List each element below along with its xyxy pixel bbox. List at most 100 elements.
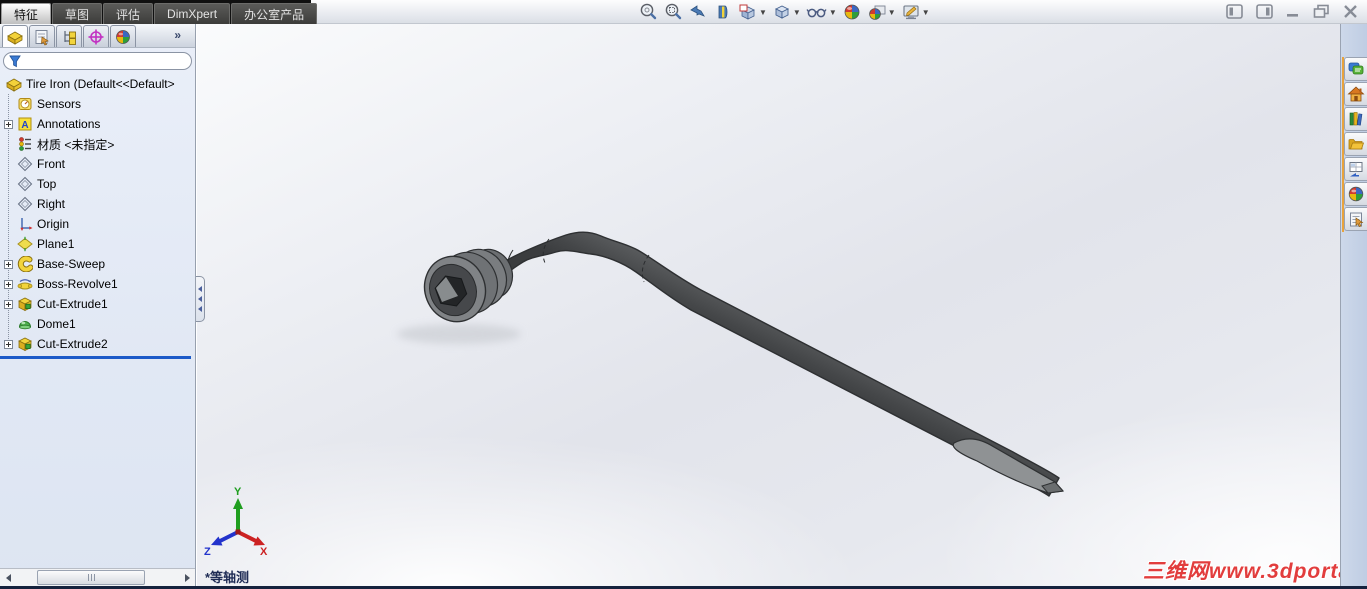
tree-filter-input[interactable] bbox=[22, 54, 187, 68]
tab-features[interactable]: 特征 bbox=[1, 3, 52, 24]
custom-properties-icon bbox=[1350, 212, 1364, 228]
part-icon bbox=[7, 31, 23, 45]
dome-icon bbox=[18, 321, 32, 330]
view-orientation-icon bbox=[739, 4, 755, 20]
chevron-down-icon: ▼ bbox=[887, 7, 896, 17]
scrollbar-track[interactable] bbox=[17, 570, 178, 585]
apply-scene-icon bbox=[868, 5, 886, 20]
tree-item-annotations[interactable]: A Annotations bbox=[0, 114, 195, 134]
tab-evaluate[interactable]: 评估 bbox=[103, 3, 154, 24]
tree-root-item[interactable]: Tire Iron (Default<<Default> bbox=[0, 74, 195, 94]
tree-item-material[interactable]: 材质 <未指定> bbox=[0, 134, 195, 154]
tab-dimxpertmanager[interactable] bbox=[83, 25, 109, 47]
tree-item-cut-extrude2[interactable]: Cut-Extrude2 bbox=[0, 334, 195, 354]
tree-item-boss-revolve1[interactable]: Boss-Revolve1 bbox=[0, 274, 195, 294]
previous-view-button[interactable] bbox=[686, 1, 710, 23]
solidworks-resources-tab[interactable] bbox=[1344, 82, 1367, 106]
rollback-bar[interactable] bbox=[0, 356, 191, 359]
display-style-button[interactable]: ▼ bbox=[770, 1, 803, 23]
tree-item-right-plane[interactable]: Right bbox=[0, 194, 195, 214]
minimize-button[interactable] bbox=[1286, 4, 1300, 19]
tree-item-cut-extrude1[interactable]: Cut-Extrude1 bbox=[0, 294, 195, 314]
edit-appearance-button[interactable] bbox=[840, 1, 864, 23]
tab-displaymanager[interactable] bbox=[110, 25, 136, 47]
hide-show-items-button[interactable]: ▼ bbox=[804, 1, 839, 23]
svg-text:A: A bbox=[21, 120, 28, 131]
chevron-down-icon: ▼ bbox=[828, 7, 837, 17]
tree-item-dome1[interactable]: Dome1 bbox=[0, 314, 195, 334]
triad-x-label: X bbox=[260, 546, 268, 558]
dimxpertmanager-icon bbox=[88, 29, 104, 44]
appearances-ball-icon bbox=[1348, 186, 1364, 202]
scroll-right-button[interactable] bbox=[179, 569, 195, 586]
expand-toggle-icon[interactable] bbox=[4, 119, 13, 129]
tree-item-sensors[interactable]: Sensors bbox=[0, 94, 195, 114]
collapse-right-pane-button[interactable] bbox=[1256, 4, 1273, 19]
orientation-triad: Y X Z bbox=[204, 486, 268, 558]
expand-toggle-icon[interactable] bbox=[4, 259, 13, 269]
manager-tab-strip: » bbox=[0, 24, 195, 48]
tree-filter[interactable] bbox=[3, 52, 192, 70]
zoom-to-fit-button[interactable] bbox=[636, 1, 660, 23]
plane-icon bbox=[17, 236, 33, 252]
section-view-icon bbox=[718, 5, 728, 19]
view-orientation-button[interactable]: ▼ bbox=[736, 1, 769, 23]
scroll-left-button[interactable] bbox=[0, 569, 16, 586]
view-palette-tab[interactable] bbox=[1344, 157, 1367, 181]
top-toolbar: 特征 草图 评估 DimXpert 办公室产品 ▼ ▼ ▼ ▼ ▼ bbox=[0, 0, 1367, 24]
zoom-to-fit-icon bbox=[640, 3, 657, 20]
expand-toggle-icon[interactable] bbox=[4, 339, 13, 349]
cut-extrude-icon bbox=[18, 297, 32, 312]
section-view-button[interactable] bbox=[711, 1, 735, 23]
tree-item-top-plane[interactable]: Top bbox=[0, 174, 195, 194]
reference-plane-icon bbox=[17, 156, 33, 172]
graphics-viewport[interactable]: Y X Z *等轴测 三维网www.3dportal.cn bbox=[197, 24, 1367, 586]
panel-horizontal-scrollbar[interactable] bbox=[0, 568, 195, 586]
apply-scene-button[interactable]: ▼ bbox=[865, 1, 898, 23]
tab-propertymanager[interactable] bbox=[29, 25, 55, 47]
panel-splitter-handle[interactable] bbox=[196, 276, 205, 322]
sweep-icon bbox=[17, 256, 33, 272]
watermark: 三维网www.3dportal.cn bbox=[1143, 560, 1367, 583]
previous-view-icon bbox=[690, 5, 705, 17]
tree-item-plane1[interactable]: Plane1 bbox=[0, 234, 195, 254]
close-button[interactable] bbox=[1343, 4, 1359, 19]
expand-toggle-icon[interactable] bbox=[4, 299, 13, 309]
custom-properties-tab[interactable] bbox=[1344, 207, 1367, 231]
tree-item-front-plane[interactable]: Front bbox=[0, 154, 195, 174]
restore-button[interactable] bbox=[1313, 4, 1330, 19]
annotations-icon: A bbox=[18, 117, 32, 131]
tab-sketch[interactable]: 草图 bbox=[52, 3, 103, 24]
tire-iron-socket-head[interactable] bbox=[415, 241, 520, 330]
design-library-tab[interactable] bbox=[1344, 107, 1367, 131]
tab-dimxpert[interactable]: DimXpert bbox=[154, 3, 231, 24]
tab-overflow-chevron[interactable]: » bbox=[174, 28, 181, 42]
view-orientation-label: *等轴测 bbox=[205, 570, 250, 585]
headsup-view-toolbar: ▼ ▼ ▼ ▼ ▼ bbox=[636, 1, 932, 23]
design-library-icon bbox=[1349, 112, 1363, 126]
scrollbar-thumb[interactable] bbox=[37, 570, 145, 585]
tree-item-origin[interactable]: Origin bbox=[0, 214, 195, 234]
reference-plane-icon bbox=[17, 176, 33, 192]
view-settings-button[interactable]: ▼ bbox=[899, 1, 932, 23]
window-controls bbox=[1226, 4, 1359, 19]
tire-iron-model[interactable]: Y X Z bbox=[197, 24, 1340, 586]
model-shadow bbox=[397, 324, 521, 344]
file-explorer-tab[interactable] bbox=[1344, 132, 1367, 156]
featuremanager-panel: » Tire Iron (Default<<Default> Sensors A… bbox=[0, 24, 196, 586]
appearances-scenes-tab[interactable] bbox=[1344, 182, 1367, 206]
expand-toggle-icon[interactable] bbox=[4, 279, 13, 289]
tab-featuremanager-design-tree[interactable] bbox=[2, 25, 28, 47]
forum-tab[interactable] bbox=[1344, 57, 1367, 81]
tab-configurationmanager[interactable] bbox=[56, 25, 82, 47]
propertymanager-icon bbox=[35, 29, 49, 45]
collapse-left-pane-button[interactable] bbox=[1226, 4, 1243, 19]
configurationmanager-icon bbox=[64, 30, 76, 45]
zoom-to-area-button[interactable] bbox=[661, 1, 685, 23]
view-palette-icon bbox=[1349, 162, 1363, 177]
tree-branch-line bbox=[8, 94, 9, 349]
reference-plane-icon bbox=[17, 196, 33, 212]
commandmanager-tabs: 特征 草图 评估 DimXpert 办公室产品 bbox=[0, 0, 318, 24]
tab-office-products[interactable]: 办公室产品 bbox=[231, 3, 318, 24]
tree-item-base-sweep[interactable]: Base-Sweep bbox=[0, 254, 195, 274]
